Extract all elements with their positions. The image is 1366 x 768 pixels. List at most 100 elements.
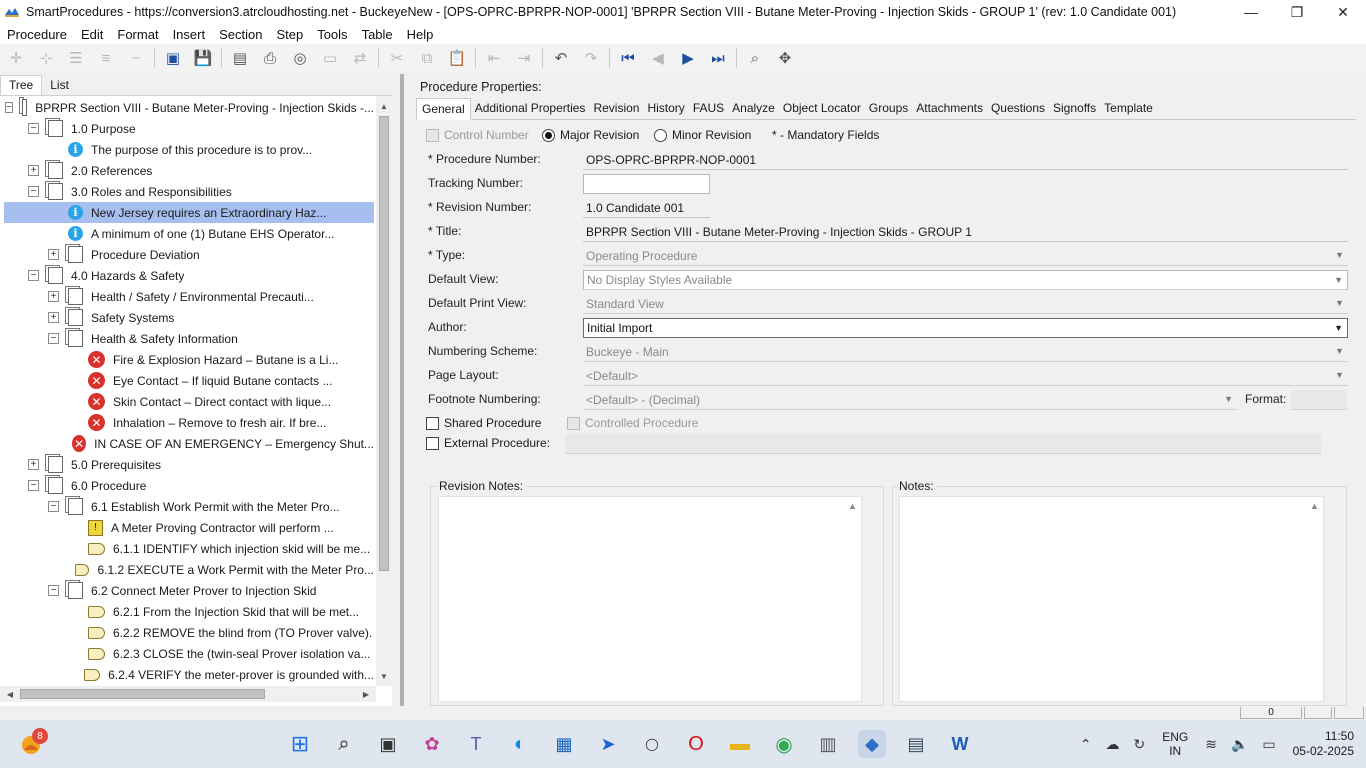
menu-procedure[interactable]: Procedure: [0, 27, 74, 42]
tree-node[interactable]: 6.1.2 EXECUTE a Work Permit with the Met…: [4, 559, 374, 580]
scroll-thumb[interactable]: [379, 116, 389, 571]
menu-insert[interactable]: Insert: [166, 27, 213, 42]
page-layout-select[interactable]: <Default> ▼: [583, 366, 1348, 386]
collapse-icon[interactable]: −: [28, 270, 39, 281]
collapse-icon[interactable]: −: [48, 585, 59, 596]
menu-help[interactable]: Help: [400, 27, 441, 42]
link-icon[interactable]: ⇄: [348, 46, 372, 70]
tree-node[interactable]: − Health & Safety Information: [4, 328, 374, 349]
tab-faus[interactable]: FAUS: [689, 98, 728, 120]
notes-scrollbar[interactable]: ▲: [845, 497, 861, 701]
menu-format[interactable]: Format: [110, 27, 165, 42]
expand-icon[interactable]: +: [28, 165, 39, 176]
expand-icon[interactable]: +: [28, 459, 39, 470]
footnote-numbering-select[interactable]: <Default> - (Decimal) ▼: [583, 390, 1237, 410]
power-automate-icon[interactable]: ➤: [594, 730, 622, 758]
tree-node[interactable]: + Health / Safety / Environmental Precaut…: [4, 286, 374, 307]
collapse-icon[interactable]: −: [28, 123, 39, 134]
clock[interactable]: 11:50 05-02-2025: [1293, 729, 1354, 759]
volume-icon[interactable]: 🔈: [1231, 736, 1248, 753]
scroll-up-icon[interactable]: ▲: [376, 98, 392, 114]
move-icon[interactable]: ✥: [773, 46, 797, 70]
revision-notes-textarea[interactable]: ▲: [438, 496, 862, 702]
tree-node[interactable]: − 6.2 Connect Meter Prover to Injection S…: [4, 580, 374, 601]
expand-icon[interactable]: +: [48, 291, 59, 302]
revision-number-field[interactable]: 1.0 Candidate 001: [583, 198, 710, 218]
minor-revision-radio[interactable]: [654, 128, 667, 142]
tab-list[interactable]: List: [42, 76, 77, 95]
web-icon[interactable]: ◎: [288, 46, 312, 70]
outdent-icon[interactable]: ⇤: [482, 46, 506, 70]
search-icon[interactable]: ⌕: [330, 730, 358, 758]
tree-node[interactable]: i New Jersey requires an Extraordinary Ha…: [4, 202, 374, 223]
cut-icon[interactable]: ✂: [385, 46, 409, 70]
tree-node[interactable]: ✕ Fire & Explosion Hazard – Butane is a L…: [4, 349, 374, 370]
app-icon[interactable]: ▥: [814, 730, 842, 758]
tree-node[interactable]: 6.2.2 REMOVE the blind from (TO Prover v…: [4, 622, 374, 643]
tab-tree[interactable]: Tree: [0, 75, 43, 95]
print-icon[interactable]: ⎙: [258, 46, 282, 70]
tree-node[interactable]: 6.2.4 VERIFY the meter-prover is grounde…: [4, 664, 374, 685]
notes-textarea[interactable]: ▲: [899, 496, 1324, 702]
remove-icon[interactable]: −: [124, 46, 148, 70]
collapse-icon[interactable]: −: [48, 333, 59, 344]
tree-node[interactable]: + Procedure Deviation: [4, 244, 374, 265]
procedure-number-field[interactable]: OPS-OPRC-BPRPR-NOP-0001: [583, 150, 1348, 170]
external-procedure-field[interactable]: [565, 434, 1321, 454]
start-icon[interactable]: ⊞: [286, 730, 314, 758]
task-view-icon[interactable]: ▣: [374, 730, 402, 758]
add-item-icon[interactable]: ✛: [4, 46, 28, 70]
menu-table[interactable]: Table: [355, 27, 400, 42]
tab-groups[interactable]: Groups: [865, 98, 912, 120]
tree-node[interactable]: ✕ Eye Contact – If liquid Butane contacts…: [4, 370, 374, 391]
indent-icon[interactable]: ⇥: [512, 46, 536, 70]
default-view-select[interactable]: No Display Styles Available ▼: [583, 270, 1348, 290]
tree-node[interactable]: − 1.0 Purpose: [4, 118, 374, 139]
collapse-icon[interactable]: −: [28, 480, 39, 491]
collapse-icon[interactable]: −: [48, 501, 59, 512]
tree-node[interactable]: − 6.1 Establish Work Permit with the Mete…: [4, 496, 374, 517]
type-select[interactable]: Operating Procedure ▼: [583, 246, 1348, 266]
tab-object-locator[interactable]: Object Locator: [779, 98, 865, 120]
tab-general[interactable]: General: [416, 98, 471, 120]
author-select[interactable]: Initial Import ▼: [583, 318, 1348, 338]
external-procedure-option[interactable]: External Procedure:: [426, 436, 550, 450]
tree-node[interactable]: i The purpose of this procedure is to pro…: [4, 139, 374, 160]
numbering-scheme-select[interactable]: Buckeye - Main ▼: [583, 342, 1348, 362]
minimize-button[interactable]: —: [1228, 0, 1274, 24]
tree-vertical-scrollbar[interactable]: ▲ ▼: [376, 96, 392, 686]
next-icon[interactable]: ▶: [676, 46, 700, 70]
tree-node[interactable]: ✕ Inhalation – Remove to fresh air. If br…: [4, 412, 374, 433]
menu-step[interactable]: Step: [269, 27, 310, 42]
store-icon[interactable]: ▦: [550, 730, 578, 758]
major-revision-option[interactable]: Major Revision: [542, 128, 639, 142]
tree-node[interactable]: − 3.0 Roles and Responsibilities: [4, 181, 374, 202]
tab-history[interactable]: History: [643, 98, 688, 120]
word-icon[interactable]: W: [946, 730, 974, 758]
list-edit-icon[interactable]: ≡: [94, 46, 118, 70]
scroll-up-icon[interactable]: ▲: [1310, 501, 1319, 511]
battery-icon[interactable]: ▭: [1262, 736, 1275, 753]
undo-icon[interactable]: ↶: [549, 46, 573, 70]
tree-node[interactable]: 6.1.1 IDENTIFY which injection skid will…: [4, 538, 374, 559]
copilot-icon[interactable]: ✿: [418, 730, 446, 758]
cloud-icon[interactable]: ☁: [1105, 736, 1119, 753]
tree-node[interactable]: ✕ IN CASE OF AN EMERGENCY – Emergency Shu…: [4, 433, 374, 454]
tab-revision[interactable]: Revision: [589, 98, 643, 120]
major-revision-radio[interactable]: [542, 128, 555, 142]
smartprocedures-icon[interactable]: ◆: [858, 730, 886, 758]
menu-section[interactable]: Section: [212, 27, 269, 42]
chevron-up-icon[interactable]: ⌃: [1080, 736, 1092, 753]
tree-node[interactable]: 6.2.3 CLOSE the (twin-seal Prover isolat…: [4, 643, 374, 664]
list-icon[interactable]: ☰: [64, 46, 88, 70]
collapse-icon[interactable]: −: [28, 186, 39, 197]
save-icon[interactable]: 💾: [191, 46, 215, 70]
format-field[interactable]: [1291, 390, 1347, 410]
previous-icon[interactable]: ◀: [646, 46, 670, 70]
menu-edit[interactable]: Edit: [74, 27, 110, 42]
scroll-up-icon[interactable]: ▲: [848, 501, 857, 511]
scroll-right-icon[interactable]: ▶: [358, 686, 374, 702]
tab-attachments[interactable]: Attachments: [912, 98, 987, 120]
dell-icon[interactable]: ◯: [638, 730, 666, 758]
remote-desktop-icon[interactable]: ▤: [902, 730, 930, 758]
